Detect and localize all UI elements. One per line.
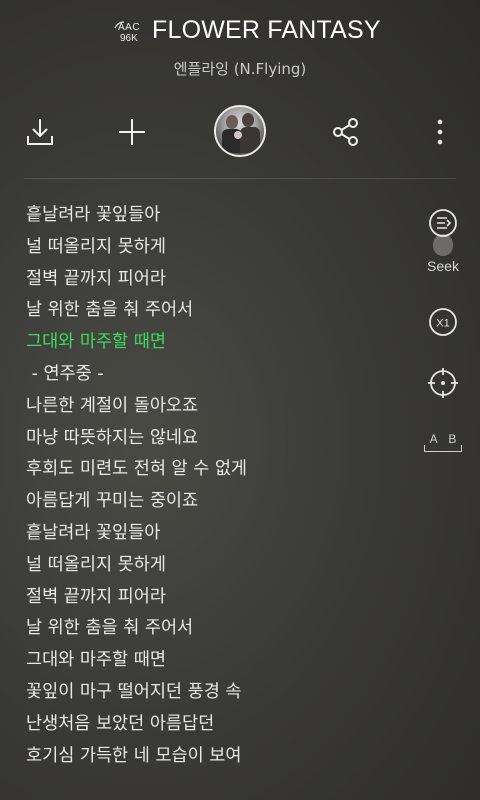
speed-button[interactable]: X1 (418, 307, 468, 337)
share-icon[interactable] (326, 112, 366, 152)
lyric-line[interactable]: 날 위한 춤을 춰 주어서 (26, 295, 406, 327)
seek-label: Seek (427, 258, 459, 274)
action-toolbar (0, 100, 480, 166)
now-playing-header: AAC 96K FLOWER FANTASY 엔플라잉 (N.Flying) (0, 0, 480, 90)
sync-focus-button[interactable] (418, 367, 468, 399)
seek-switch[interactable] (433, 234, 453, 256)
more-vertical-icon[interactable] (420, 112, 460, 152)
lyric-line[interactable]: 날 위한 춤을 춰 주어서 (26, 613, 406, 645)
lyric-line[interactable]: 아름답게 꾸미는 중이죠 (26, 486, 406, 518)
lyric-line[interactable]: - 연주중 - (26, 359, 406, 391)
codec-bitrate: 96K (120, 33, 138, 44)
lyric-line[interactable]: 널 떠올리지 못하게 (26, 550, 406, 582)
lyric-line[interactable]: 호기심 가득한 네 모습이 보여 (26, 741, 406, 773)
album-thumbnail[interactable] (214, 105, 266, 157)
svg-text:X1: X1 (436, 318, 449, 330)
lyric-line[interactable]: 후회도 미련도 전혀 알 수 없게 (26, 454, 406, 486)
lyric-line[interactable]: 절벽 끝까지 피어라 (26, 582, 406, 614)
lyric-line[interactable]: 마냥 따뜻하지는 않네요 (26, 423, 406, 455)
lyric-line[interactable]: 나른한 계절이 돌아오죠 (26, 391, 406, 423)
lyric-line[interactable]: 꽃잎이 마구 떨어지던 풍경 속 (26, 677, 406, 709)
plus-icon[interactable] (112, 112, 152, 152)
header-divider (24, 178, 456, 179)
codec-format: AAC (118, 22, 141, 33)
ab-repeat-label: A B (429, 432, 461, 446)
lyric-line[interactable]: 난생처음 보았던 아름답던 (26, 709, 406, 741)
lyric-line[interactable]: 절벽 끝까지 피어라 (26, 264, 406, 296)
artist-name[interactable]: 엔플라잉 (N.Flying) (0, 58, 480, 79)
song-title: FLOWER FANTASY (152, 16, 381, 44)
lyric-line[interactable]: 널 떠올리지 못하게 (26, 232, 406, 264)
lyric-line[interactable]: 흩날려라 꽃잎들아 (26, 200, 406, 232)
lyrics-list[interactable]: 흩날려라 꽃잎들아 널 떠올리지 못하게 절벽 끝까지 피어라 날 위한 춤을 … (26, 200, 406, 772)
ab-repeat-icon (424, 445, 462, 452)
codec-badge: AAC 96K (112, 19, 148, 45)
seek-toggle[interactable]: Seek (418, 208, 468, 274)
lyric-line[interactable]: 그대와 마주할 때면 (26, 645, 406, 677)
download-icon[interactable] (20, 112, 60, 152)
ab-repeat-button[interactable]: A B (418, 432, 468, 452)
crosshair-icon (428, 368, 458, 398)
playback-speed-icon: X1 (429, 308, 457, 336)
lyric-line[interactable]: 흩날려라 꽃잎들아 (26, 518, 406, 550)
lyric-line-current[interactable]: 그대와 마주할 때면 (26, 327, 406, 359)
